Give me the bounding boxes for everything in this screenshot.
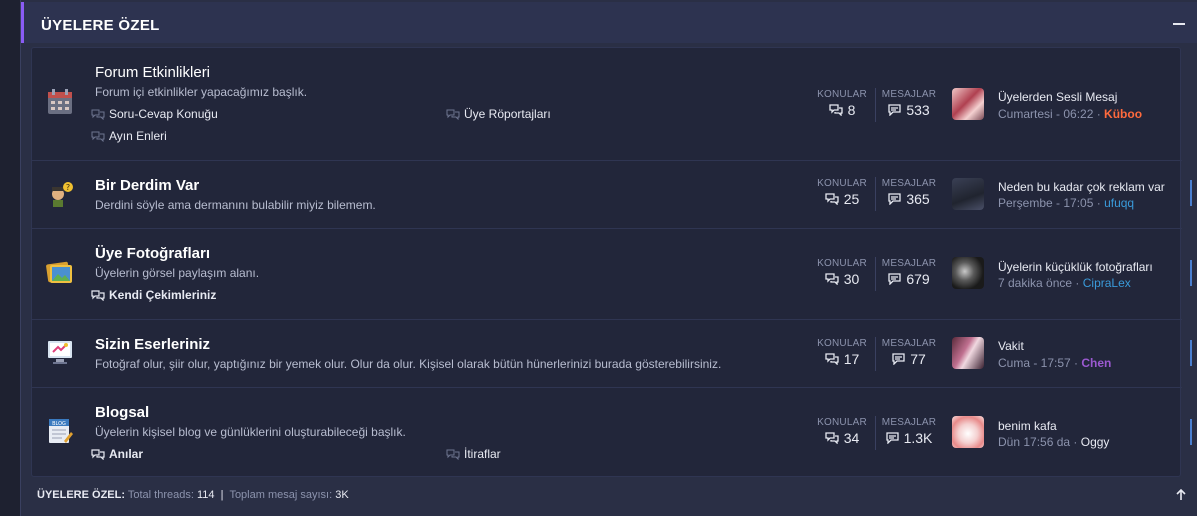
- last-post-title[interactable]: Neden bu kadar çok reklam var: [998, 180, 1165, 194]
- last-post-user[interactable]: Chen: [1081, 356, 1111, 370]
- last-post-user[interactable]: CipraLex: [1083, 276, 1131, 290]
- threads-icon: [828, 104, 843, 116]
- thinking-person-icon: ?: [52, 182, 73, 207]
- category-footer: ÜYELERE ÖZEL: Total threads: 114 | Topla…: [37, 489, 349, 501]
- last-post-meta: Perşembe - 17:05 · ufuqq: [998, 196, 1135, 210]
- forum-node-blogsal: BLOG Blogsal Üyelerin kişisel blog ve gü…: [32, 388, 1192, 478]
- blog-notebook-icon: BLOG: [49, 419, 73, 443]
- threads-icon: [825, 193, 839, 205]
- avatar[interactable]: [952, 416, 984, 448]
- avatar[interactable]: [952, 257, 984, 289]
- messages-stat: MESAJLAR 679: [881, 258, 937, 287]
- last-post-user[interactable]: ufuqq: [1104, 196, 1134, 210]
- node-title[interactable]: Sizin Eserleriniz: [95, 336, 210, 353]
- node-description: Üyelerin görsel paylaşım alanı.: [95, 266, 260, 280]
- last-post-user[interactable]: Oggy: [1081, 435, 1110, 449]
- last-post-meta: 7 dakika önce · CipraLex: [998, 276, 1131, 290]
- node-title[interactable]: Bir Derdim Var: [95, 177, 199, 194]
- last-post-meta: Cumartesi - 06:22 · Küboo: [998, 107, 1143, 121]
- forum-node-derdim: ? Bir Derdim Var Derdini söyle ama derma…: [32, 161, 1192, 229]
- message-icon: [885, 432, 899, 444]
- svg-text:?: ?: [66, 183, 70, 192]
- category-title[interactable]: ÜYELERE ÖZEL: [41, 17, 160, 34]
- threads-stat: KONULAR 17: [817, 338, 867, 367]
- subforum-link[interactable]: Ayın Enleri: [91, 129, 167, 143]
- footer-messages-count: 3K: [335, 489, 349, 501]
- arrow-up-icon[interactable]: [1175, 489, 1187, 501]
- last-post-title[interactable]: Üyelerden Sesli Mesaj: [998, 90, 1117, 104]
- collapse-icon[interactable]: [1173, 23, 1185, 25]
- chat-bubbles-icon: [446, 449, 460, 460]
- last-post-title[interactable]: Vakit: [998, 339, 1024, 353]
- node-description: Forum içi etkinlikler yapacağımız başlık…: [95, 85, 308, 99]
- messages-stat: MESAJLAR 77: [881, 338, 937, 367]
- chat-bubbles-icon: [446, 109, 460, 120]
- last-post-user[interactable]: Küboo: [1104, 107, 1142, 121]
- node-description: Üyelerin kişisel blog ve günlüklerini ol…: [95, 425, 406, 439]
- forum-category-block: ÜYELERE ÖZEL Forum Etkinlikleri Forum iç…: [20, 0, 1197, 516]
- threads-icon: [825, 273, 839, 285]
- threads-stat: KONULAR 34: [817, 417, 867, 446]
- message-icon: [888, 193, 901, 205]
- forum-node-eserler: Sizin Eserleriniz Fotoğraf olur, şiir ol…: [32, 320, 1192, 388]
- forum-node-etkinlikler: Forum Etkinlikleri Forum içi etkinlikler…: [32, 48, 1182, 161]
- last-post-meta: Dün 17:56 da · Oggy: [998, 435, 1110, 449]
- avatar[interactable]: [952, 337, 984, 369]
- node-title[interactable]: Üye Fotoğrafları: [95, 245, 210, 262]
- subforum-link[interactable]: Üye Röportajları: [446, 107, 551, 121]
- subforum-link[interactable]: Kendi Çekimleriniz: [91, 288, 216, 302]
- avatar[interactable]: [952, 178, 984, 210]
- category-header[interactable]: ÜYELERE ÖZEL: [21, 2, 1197, 43]
- threads-stat: KONULAR 25: [817, 178, 867, 207]
- last-post-title[interactable]: benim kafa: [998, 419, 1057, 433]
- subforum-link[interactable]: Soru-Cevap Konuğu: [91, 107, 218, 121]
- last-post-title[interactable]: Üyelerin küçüklük fotoğrafları: [998, 260, 1153, 274]
- artwork-screen-icon: [48, 341, 72, 364]
- threads-icon: [825, 432, 839, 444]
- chat-bubbles-icon: [91, 109, 105, 120]
- chat-bubbles-icon: [91, 290, 105, 301]
- messages-stat: MESAJLAR 1.3K: [881, 417, 937, 446]
- svg-text:BLOG: BLOG: [52, 421, 66, 427]
- message-icon: [892, 353, 905, 365]
- node-title[interactable]: Blogsal: [95, 404, 149, 421]
- avatar[interactable]: [952, 88, 984, 120]
- node-description: Derdini söyle ama dermanını bulabilir mi…: [95, 198, 376, 212]
- threads-stat: KONULAR 30: [817, 258, 867, 287]
- messages-stat: MESAJLAR 365: [881, 178, 937, 207]
- threads-stat: KONULAR 8: [817, 89, 867, 118]
- threads-icon: [825, 353, 839, 365]
- footer-threads-count: 114: [196, 489, 215, 501]
- message-icon: [888, 104, 901, 116]
- subforum-link[interactable]: Anılar: [91, 447, 143, 461]
- subforum-link[interactable]: İtiraflar: [446, 447, 501, 461]
- last-post-meta: Cuma - 17:57 · Chen: [998, 356, 1112, 370]
- forum-node-fotograflar: Üye Fotoğrafları Üyelerin görsel paylaşı…: [32, 229, 1192, 320]
- node-description: Fotoğraf olur, şiir olur, yaptığınız bir…: [95, 357, 722, 371]
- photo-gallery-icon: [46, 261, 72, 283]
- node-list: Forum Etkinlikleri Forum içi etkinlikler…: [31, 47, 1192, 478]
- calendar-icon: [48, 89, 72, 114]
- message-icon: [888, 273, 901, 285]
- messages-stat: MESAJLAR 533: [881, 89, 937, 118]
- chat-bubbles-icon: [91, 131, 105, 142]
- node-title[interactable]: Forum Etkinlikleri: [95, 64, 210, 81]
- chat-bubbles-icon: [91, 449, 105, 460]
- footer-label: ÜYELERE ÖZEL:: [37, 489, 126, 501]
